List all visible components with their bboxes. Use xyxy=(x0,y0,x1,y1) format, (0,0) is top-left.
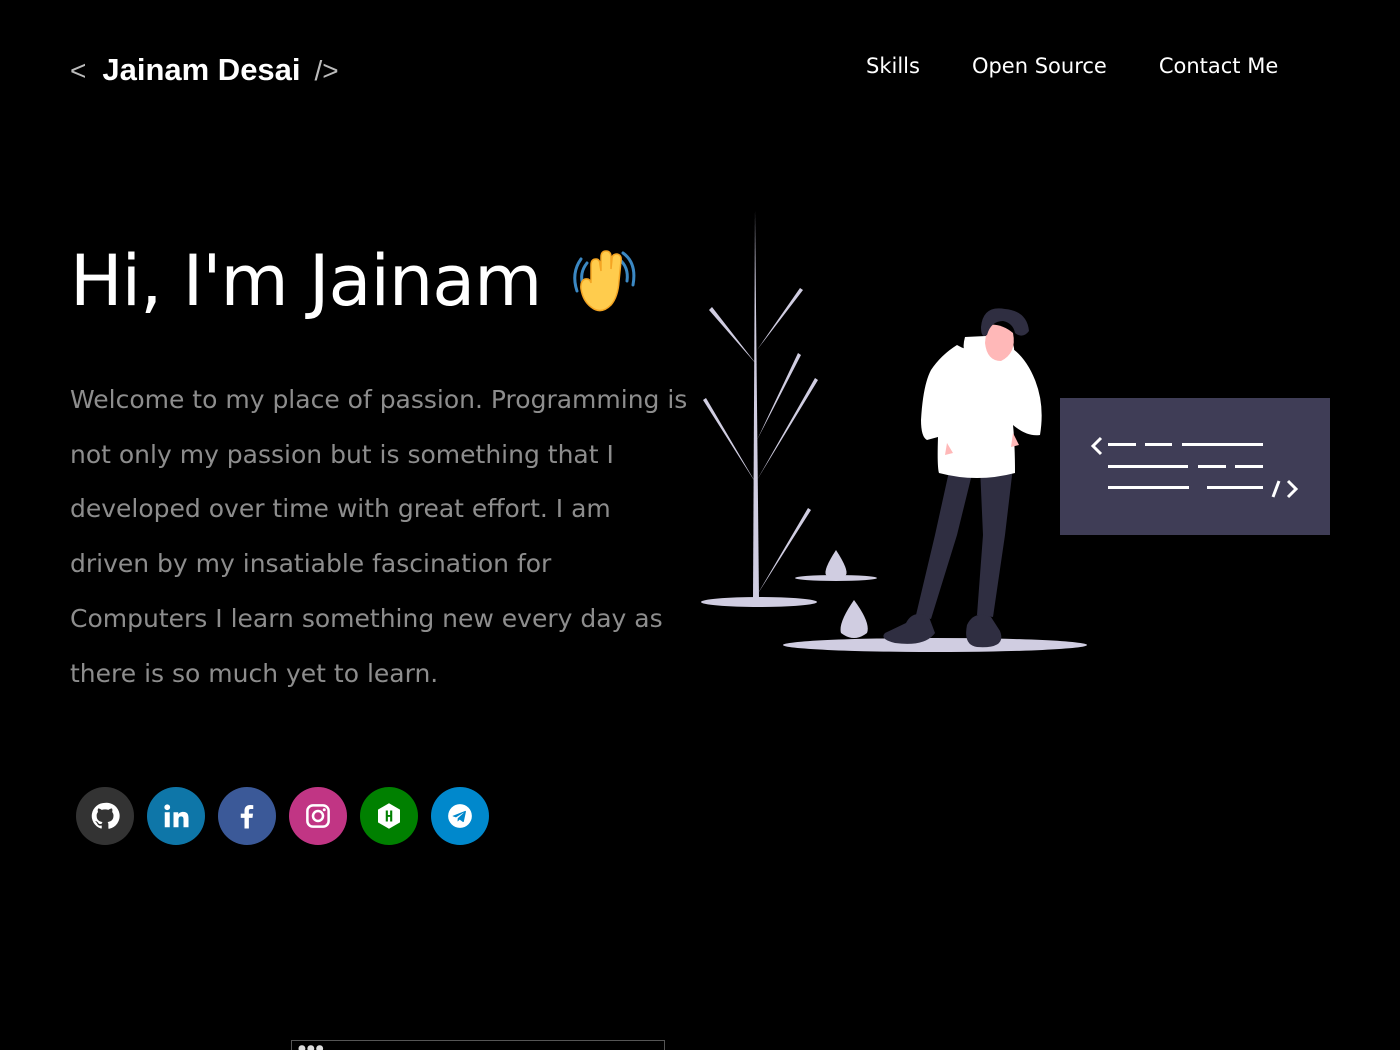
nav-contact-me[interactable]: Contact Me xyxy=(1159,54,1278,78)
small-leaf-2 xyxy=(840,600,868,638)
instagram-icon xyxy=(306,804,330,828)
site-logo[interactable]: < Jainam Desai /> xyxy=(70,52,339,88)
nav-skills[interactable]: Skills xyxy=(866,54,920,78)
small-leaf-1-base xyxy=(795,575,877,581)
small-leaf-1 xyxy=(825,550,847,579)
social-links xyxy=(76,787,489,845)
panel-dots-icon: ●●● xyxy=(298,1044,325,1050)
portfolio-page: < Jainam Desai /> Skills Open Source Con… xyxy=(0,0,1400,1050)
plant-illustration xyxy=(701,210,818,607)
logo-name: Jainam Desai xyxy=(102,52,301,87)
logo-open-bracket: < xyxy=(70,55,87,86)
waving-hand-icon xyxy=(567,245,639,317)
logo-close-bracket: /> xyxy=(314,55,339,86)
facebook-button[interactable] xyxy=(218,787,276,845)
main-nav: Skills Open Source Contact Me xyxy=(866,54,1278,78)
linkedin-button[interactable] xyxy=(147,787,205,845)
linkedin-icon xyxy=(164,804,189,828)
hackerrank-icon xyxy=(378,803,400,829)
bottom-panel-edge: ●●● xyxy=(291,1040,665,1050)
hero-greeting: Hi, I'm Jainam xyxy=(70,240,639,322)
code-panel xyxy=(1060,398,1330,535)
developer-illustration xyxy=(701,210,1330,652)
hero-intro: Welcome to my place of passion. Programm… xyxy=(70,385,688,688)
nav-open-source[interactable]: Open Source xyxy=(972,54,1107,78)
facebook-icon xyxy=(240,805,254,829)
greeting-text: Hi, I'm Jainam xyxy=(70,240,542,322)
person-illustration xyxy=(883,308,1042,648)
github-button[interactable] xyxy=(76,787,134,845)
instagram-button[interactable] xyxy=(289,787,347,845)
telegram-icon xyxy=(448,804,472,828)
hackerrank-button[interactable] xyxy=(360,787,418,845)
telegram-button[interactable] xyxy=(431,787,489,845)
ground-shadow xyxy=(783,638,1087,652)
github-icon xyxy=(91,802,120,829)
